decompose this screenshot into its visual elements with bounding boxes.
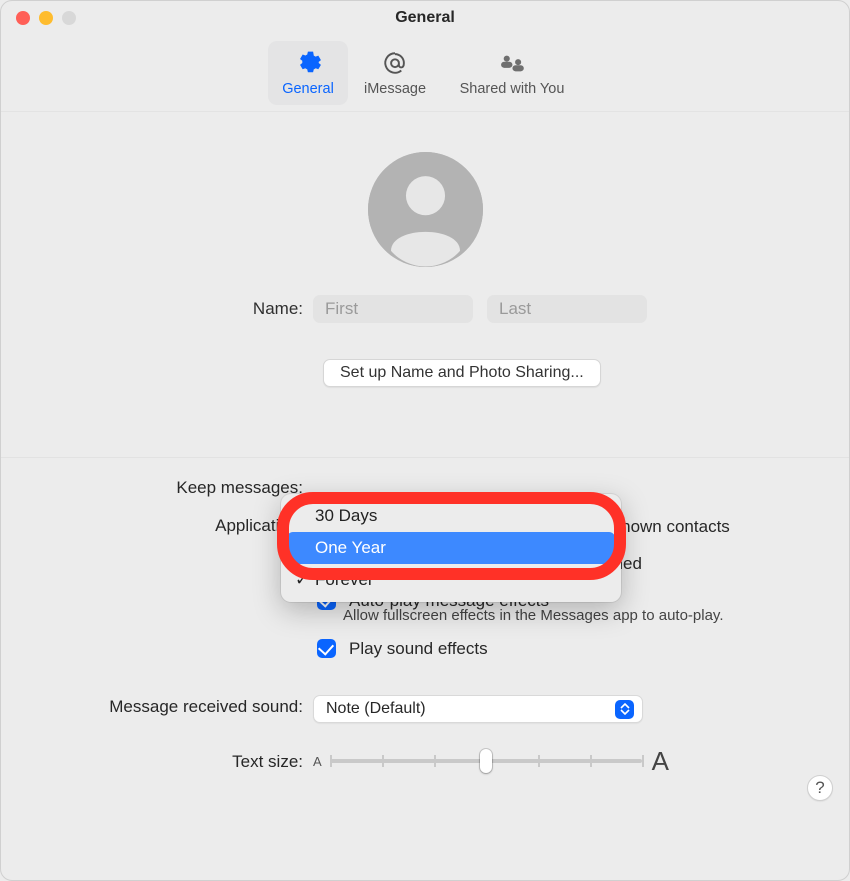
received-sound-value: Note (Default) xyxy=(326,700,426,718)
close-window-button[interactable] xyxy=(16,11,30,25)
name-label: Name: xyxy=(31,299,313,319)
window-controls xyxy=(16,11,76,25)
minimize-window-button[interactable] xyxy=(39,11,53,25)
keep-menu-item[interactable]: One Year xyxy=(287,532,615,564)
application-label: Application: xyxy=(31,514,313,536)
keep-menu-item[interactable]: ✓ Forever xyxy=(287,564,615,596)
help-button[interactable]: ? xyxy=(807,775,833,801)
text-size-min-marker: A xyxy=(313,754,322,769)
keep-messages-menu[interactable]: 30 Days One Year ✓ Forever xyxy=(281,494,621,602)
zoom-window-button[interactable] xyxy=(62,11,76,25)
tab-shared-with-you[interactable]: Shared with You xyxy=(442,41,582,105)
section-divider xyxy=(1,457,849,458)
people-icon xyxy=(498,49,526,77)
text-size-thumb[interactable] xyxy=(480,749,492,773)
gear-icon xyxy=(294,49,322,77)
tab-general-label: General xyxy=(282,81,334,97)
window-title: General xyxy=(395,9,455,27)
keep-menu-item-label: One Year xyxy=(315,538,386,558)
last-name-field[interactable] xyxy=(487,295,647,323)
autoplay-sublabel: Allow fullscreen effects in the Messages… xyxy=(343,607,730,624)
checkmark-icon: ✓ xyxy=(295,570,309,590)
keep-menu-item[interactable]: 30 Days xyxy=(287,500,615,532)
text-size-slider[interactable] xyxy=(330,745,642,777)
popup-arrows-icon xyxy=(615,700,634,719)
sound-fx-label: Play sound effects xyxy=(349,639,488,659)
sound-fx-checkbox[interactable]: Play sound effects xyxy=(313,636,730,661)
keep-messages-label: Keep messages: xyxy=(31,476,313,498)
tab-imessage-label: iMessage xyxy=(364,81,426,97)
received-sound-label: Message received sound: xyxy=(31,695,313,717)
person-icon xyxy=(368,152,483,267)
keep-menu-item-label: Forever xyxy=(315,570,374,590)
setup-photo-sharing-button[interactable]: Set up Name and Photo Sharing... xyxy=(323,359,601,387)
received-sound-popup[interactable]: Note (Default) xyxy=(313,695,643,723)
profile-avatar[interactable] xyxy=(368,152,483,267)
general-pane: Name: Set up Name and Photo Sharing... K… xyxy=(1,112,849,815)
text-size-label: Text size: xyxy=(31,750,313,772)
sound-fx-check[interactable] xyxy=(317,639,336,658)
preferences-toolbar: General iMessage Shared with You xyxy=(1,35,849,112)
text-size-max-marker: A xyxy=(652,746,669,777)
at-icon xyxy=(381,49,409,77)
keep-menu-item-label: 30 Days xyxy=(315,506,377,526)
tab-shared-label: Shared with You xyxy=(460,81,565,97)
title-bar: General xyxy=(1,1,849,35)
first-name-field[interactable] xyxy=(313,295,473,323)
tab-general[interactable]: General xyxy=(268,41,348,105)
tab-imessage[interactable]: iMessage xyxy=(348,41,442,105)
